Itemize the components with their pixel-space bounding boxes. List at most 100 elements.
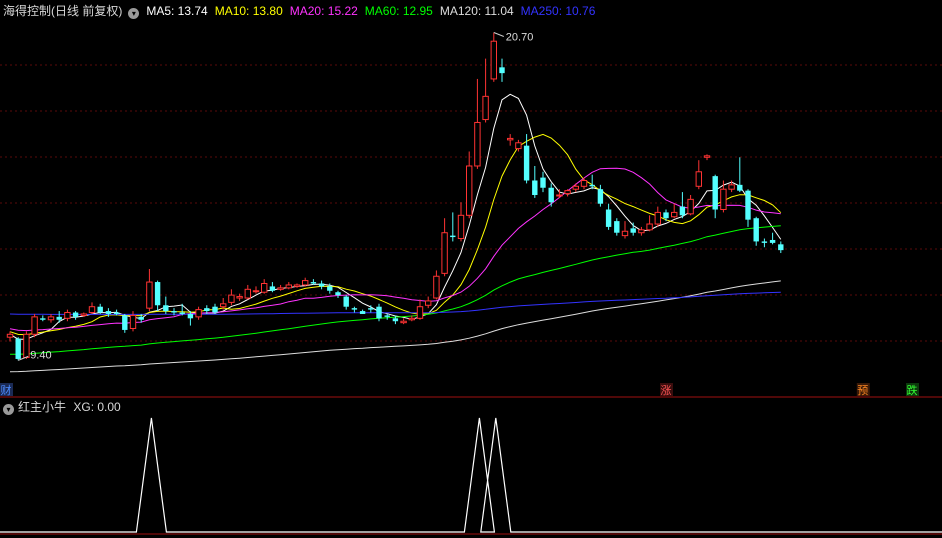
candle-body bbox=[343, 296, 349, 307]
candle-body bbox=[572, 185, 579, 190]
price-annotation-label: 9.40 bbox=[30, 349, 51, 361]
candle-body bbox=[179, 312, 185, 314]
candle-body bbox=[212, 306, 218, 313]
candle-body bbox=[236, 296, 243, 299]
candle-body bbox=[548, 187, 554, 203]
candle-body bbox=[31, 316, 38, 335]
candle-body bbox=[40, 318, 46, 320]
candle-body bbox=[737, 184, 743, 191]
candle-body bbox=[482, 95, 489, 121]
candle-body bbox=[745, 190, 751, 220]
event-marker: 跌 bbox=[907, 383, 918, 397]
dropdown-icon[interactable]: ▾ bbox=[3, 404, 14, 415]
candle-body bbox=[113, 312, 120, 314]
ma-legend-item: MA120: 11.04 bbox=[439, 4, 514, 18]
candle-body bbox=[252, 290, 260, 293]
candle-body bbox=[556, 194, 563, 197]
candle-body bbox=[327, 286, 333, 291]
candle-body bbox=[138, 316, 144, 320]
price-annotation-label: 20.70 bbox=[506, 32, 534, 44]
candle-body bbox=[457, 214, 465, 240]
candle-body bbox=[285, 284, 293, 289]
candle-body bbox=[474, 121, 481, 167]
candle-body bbox=[597, 189, 604, 204]
candle-body bbox=[507, 137, 514, 141]
candle-body bbox=[335, 292, 341, 296]
stock-title: 海得控制(日线 前复权) bbox=[3, 4, 123, 18]
candle-body bbox=[564, 190, 571, 195]
indicator-header: ▾ 红主小牛 XG: 0.00 bbox=[3, 399, 121, 415]
candle-body bbox=[630, 228, 636, 233]
candle-body bbox=[679, 206, 686, 216]
dropdown-icon[interactable]: ▾ bbox=[128, 8, 140, 19]
candle-body bbox=[400, 320, 407, 324]
candle-body bbox=[540, 177, 546, 188]
candle-body bbox=[441, 232, 448, 274]
candle-body bbox=[499, 67, 505, 74]
candle-body bbox=[720, 188, 727, 211]
candle-body bbox=[64, 312, 71, 319]
candle-body bbox=[671, 211, 678, 218]
candle-body bbox=[614, 221, 620, 233]
candle-body bbox=[105, 311, 112, 314]
candle-body bbox=[490, 40, 498, 80]
candle-body bbox=[416, 306, 424, 319]
indicator-plot bbox=[0, 417, 942, 533]
candle-body bbox=[728, 184, 735, 190]
ma-line bbox=[9, 133, 782, 336]
candle-body bbox=[228, 294, 235, 303]
candle-body bbox=[318, 283, 325, 287]
candle-body bbox=[663, 212, 669, 219]
candle-body bbox=[368, 308, 374, 310]
candle-body bbox=[646, 223, 653, 231]
candle-body bbox=[532, 180, 538, 195]
candle-body bbox=[72, 312, 79, 317]
candle-body bbox=[15, 338, 21, 359]
candle-body bbox=[23, 333, 30, 358]
candle-body bbox=[359, 311, 366, 314]
candle-body bbox=[753, 218, 759, 242]
candle-body bbox=[654, 211, 661, 225]
candle-body bbox=[515, 142, 522, 150]
candle-body bbox=[97, 306, 103, 313]
candle-body bbox=[204, 308, 210, 312]
candle-body bbox=[769, 239, 776, 243]
candle-body bbox=[146, 281, 153, 309]
candle-body bbox=[261, 283, 268, 293]
grid-lines bbox=[0, 64, 942, 535]
candle-body bbox=[712, 176, 718, 210]
ma-legend-item: MA20: 15.22 bbox=[289, 4, 358, 18]
candle-body bbox=[187, 313, 194, 319]
candle-body bbox=[425, 300, 432, 306]
ma-legend-item: MA60: 12.95 bbox=[364, 4, 433, 18]
ma-legend-item: MA5: 13.74 bbox=[146, 4, 208, 18]
price-annotation-leader bbox=[493, 32, 504, 37]
indicator-title: 红主小牛 bbox=[18, 400, 67, 414]
candle-body bbox=[351, 308, 358, 310]
event-marker: 财 bbox=[1, 383, 12, 397]
candle-body bbox=[163, 305, 169, 312]
candles bbox=[6, 32, 784, 361]
candle-body bbox=[244, 288, 252, 299]
xg-signal-line bbox=[0, 417, 942, 533]
candle-body bbox=[621, 230, 629, 237]
indicator-value: XG: 0.00 bbox=[73, 400, 121, 414]
candle-body bbox=[154, 282, 161, 306]
event-markers: 财涨预跌 bbox=[0, 383, 919, 397]
candle-body bbox=[703, 155, 711, 158]
candle-body bbox=[310, 282, 317, 284]
candle-body bbox=[376, 306, 382, 319]
candle-body bbox=[589, 184, 595, 187]
candle-body bbox=[277, 287, 284, 290]
candle-body bbox=[293, 284, 301, 287]
candle-body bbox=[171, 311, 177, 313]
candle-body bbox=[778, 244, 784, 251]
candle-body bbox=[80, 313, 87, 316]
ma-legend: MA5: 13.74 MA10: 13.80 MA20: 15.22 MA60: 12… bbox=[146, 4, 602, 18]
candle-body bbox=[523, 145, 530, 181]
ma-line bbox=[9, 291, 781, 315]
candle-body bbox=[129, 314, 137, 329]
ma-legend-item: MA250: 10.76 bbox=[520, 4, 596, 18]
candle-body bbox=[195, 309, 202, 318]
ma-line bbox=[10, 225, 781, 355]
